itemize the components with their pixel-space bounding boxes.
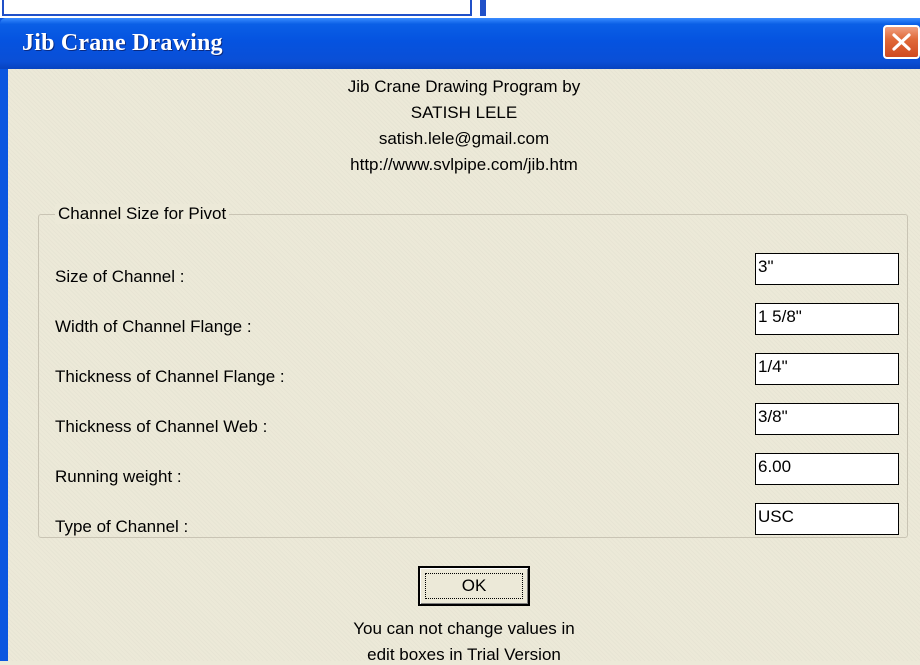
trial-notice-line2: edit boxes in Trial Version [367,645,561,664]
type-of-channel-label: Type of Channel : [55,517,189,536]
running-weight-field[interactable]: 6.00 [755,453,899,485]
about-author: SATISH LELE [410,103,518,122]
trial-notice-line1: You can not change values in [353,619,575,638]
channel-size-groupbox: Channel Size for Pivot Size of Channel :… [38,204,908,538]
about-url: http://www.svlpipe.com/jib.htm [350,155,578,174]
flange-width-label: Width of Channel Flange : [55,317,252,336]
background-divider [480,0,486,16]
dialog-client-area: Jib Crane Drawing Program by SATISH LELE… [8,69,920,664]
web-thickness-field[interactable]: 3/8" [755,403,899,435]
type-of-channel-field[interactable]: USC [755,503,899,535]
size-of-channel-field[interactable]: 3" [755,253,899,285]
size-of-channel-label: Size of Channel : [55,267,185,286]
dialog-window: Jib Crane Drawing Jib Crane Drawing Prog… [0,18,920,664]
close-button[interactable] [883,25,920,59]
close-icon [892,33,911,51]
running-weight-label: Running weight : [55,467,182,486]
about-email: satish.lele@gmail.com [378,129,550,148]
title-bar[interactable]: Jib Crane Drawing [0,18,920,69]
flange-width-field[interactable]: 1 5/8" [755,303,899,335]
about-program-line: Jib Crane Drawing Program by [347,77,581,96]
ok-button[interactable]: OK [418,566,530,606]
flange-thickness-label: Thickness of Channel Flange : [55,367,285,386]
window-title: Jib Crane Drawing [22,30,223,56]
flange-thickness-field[interactable]: 1/4" [755,353,899,385]
ok-button-label: OK [425,573,523,599]
web-thickness-label: Thickness of Channel Web : [55,417,268,436]
background-input-field [2,0,472,16]
groupbox-title: Channel Size for Pivot [55,204,230,224]
